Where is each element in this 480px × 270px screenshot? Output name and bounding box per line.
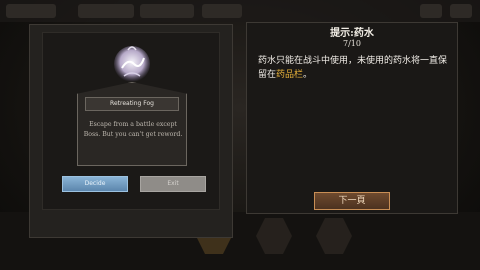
fog-icon [114, 46, 150, 82]
event-card-description: Escape from a battle except Boss. But yo… [83, 121, 183, 138]
top-bar-slot [140, 4, 194, 18]
tip-body-end: 。 [303, 70, 313, 80]
event-card-title: Retreating Fog [85, 97, 179, 111]
tip-panel [246, 22, 458, 214]
tip-title: 提示:药水 [330, 28, 374, 39]
tip-page-counter: 7/10 [343, 39, 361, 48]
top-bar-slot [450, 4, 472, 18]
decide-button[interactable]: Decide [62, 176, 128, 192]
exit-button[interactable]: Exit [140, 176, 206, 192]
tip-body-highlight: 药品栏 [276, 70, 304, 80]
tip-body: 药水只能在战斗中使用，未使用的药水将一直保留在药品栏。 [258, 54, 450, 82]
top-bar-slot [6, 4, 56, 18]
top-bar-slot [202, 4, 242, 18]
top-bar-slot [78, 4, 134, 18]
next-page-button[interactable]: 下一頁 [314, 192, 390, 210]
top-bar-slot [420, 4, 442, 18]
